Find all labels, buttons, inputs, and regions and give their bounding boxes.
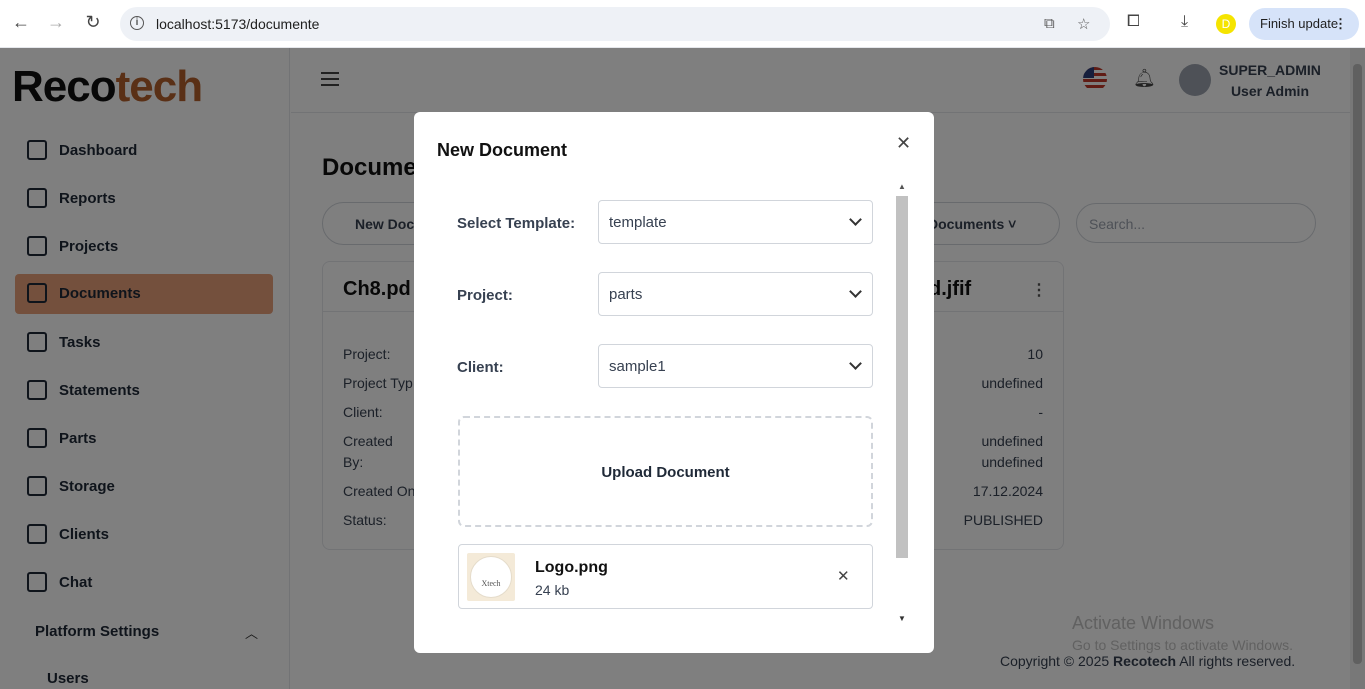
- modal-scrollbar-thumb[interactable]: [896, 196, 908, 558]
- finish-update-label: Finish update: [1260, 16, 1339, 31]
- finish-update-button[interactable]: Finish update ⋮: [1249, 8, 1359, 40]
- scroll-down-icon[interactable]: ▼: [898, 614, 906, 623]
- client-value: sample1: [609, 358, 666, 375]
- project-label: Project:: [457, 287, 513, 304]
- url-text[interactable]: localhost:5173/documente: [156, 16, 319, 32]
- chevron-down-icon: [849, 285, 862, 298]
- bookmark-star-icon[interactable]: ☆: [1077, 15, 1090, 33]
- address-bar[interactable]: i localhost:5173/documente ⧉ ☆: [120, 7, 1110, 41]
- upload-document-label: Upload Document: [601, 464, 730, 481]
- translate-icon[interactable]: ⧉: [1044, 15, 1055, 32]
- chevron-down-icon: [849, 357, 862, 370]
- file-size: 24 kb: [535, 582, 570, 598]
- project-select[interactable]: parts: [598, 272, 873, 316]
- profile-avatar[interactable]: D: [1216, 14, 1236, 34]
- browser-toolbar: ← → ↻ i localhost:5173/documente ⧉ ☆ ⧠ ⤓…: [0, 0, 1365, 48]
- modal-title: New Document: [437, 140, 568, 160]
- client-select[interactable]: sample1: [598, 344, 873, 388]
- template-value: template: [609, 214, 667, 231]
- client-label: Client:: [457, 359, 504, 376]
- project-value: parts: [609, 286, 643, 303]
- modal-scrollbar[interactable]: ▲ ▼: [894, 180, 910, 628]
- remove-file-icon[interactable]: ✕: [837, 567, 850, 585]
- reload-icon[interactable]: ↻: [81, 12, 105, 33]
- download-icon[interactable]: ⤓: [1181, 13, 1188, 31]
- scroll-up-icon[interactable]: ▲: [898, 182, 906, 191]
- upload-dropzone[interactable]: Upload Document: [458, 416, 873, 527]
- file-thumbnail-logo: Xtech: [470, 556, 512, 598]
- modal-body: Select Template: template Project: parts…: [438, 180, 910, 628]
- template-label: Select Template:: [457, 215, 576, 232]
- file-name: Logo.png: [535, 559, 608, 576]
- extensions-icon[interactable]: ⧠: [1127, 13, 1140, 31]
- uploaded-file-item: Xtech Logo.png 24 kb ✕: [458, 544, 873, 609]
- back-icon[interactable]: ←: [9, 12, 33, 33]
- template-select[interactable]: template: [598, 200, 873, 244]
- chevron-down-icon: [849, 213, 862, 226]
- site-info-icon[interactable]: i: [130, 16, 144, 30]
- new-document-modal: New Document ✕ Select Template: template…: [414, 112, 934, 653]
- more-menu-icon[interactable]: ⋮: [1334, 8, 1347, 40]
- forward-icon[interactable]: →: [44, 12, 68, 33]
- close-icon[interactable]: ✕: [896, 133, 911, 154]
- file-thumbnail: Xtech: [467, 553, 515, 601]
